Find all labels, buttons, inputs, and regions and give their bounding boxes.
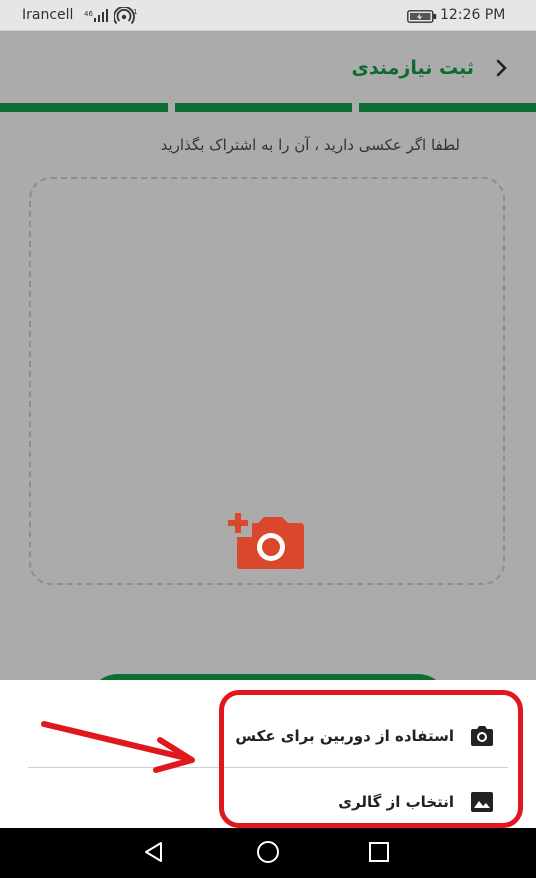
svg-text:46: 46 [84, 10, 93, 18]
highlight-box [219, 690, 523, 828]
photo-prompt: لطفا اگر عکسی دارید ، آن را به اشتراک بگ… [160, 136, 460, 154]
nav-back-icon[interactable] [142, 840, 166, 864]
svg-text:1: 1 [133, 8, 137, 16]
step-progress [0, 103, 536, 112]
clock: 12:26 PM [440, 7, 506, 23]
nav-home-icon[interactable] [256, 840, 280, 864]
carrier-name: Irancell [22, 7, 74, 23]
nav-recent-icon[interactable] [368, 841, 390, 863]
chevron-right-icon[interactable] [496, 59, 508, 77]
system-nav-bar [0, 828, 536, 878]
progress-step-1 [359, 103, 536, 112]
add-photo-icon[interactable] [226, 511, 306, 571]
signal-icon: 46 [84, 9, 108, 22]
red-arrow [41, 721, 195, 773]
battery-icon [407, 10, 437, 23]
app-bar: ثبت نیازمندی [0, 31, 536, 103]
hotspot-icon: 1 [114, 7, 137, 25]
page-title: ثبت نیازمندی [351, 57, 475, 79]
status-bar: Irancell 46 1 12:26 PM [0, 0, 536, 31]
progress-step-2 [175, 103, 352, 112]
progress-step-3 [0, 103, 168, 112]
